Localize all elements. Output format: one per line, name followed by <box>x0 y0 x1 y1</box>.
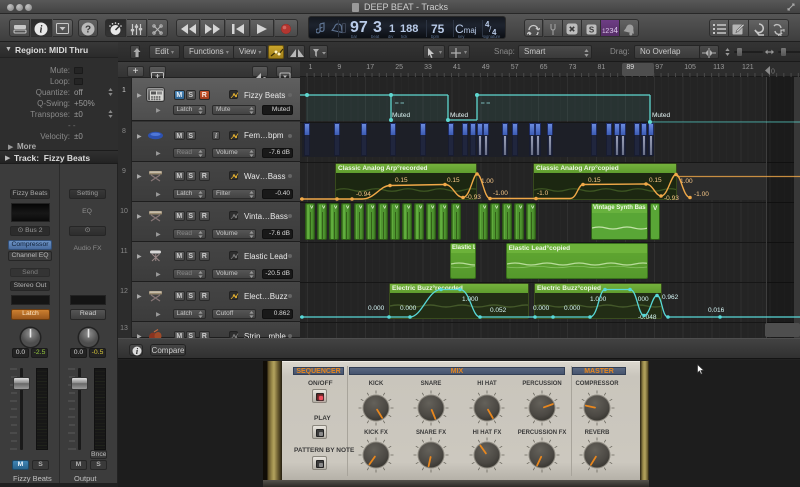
svg-text:i: i <box>40 25 43 36</box>
svg-text:?: ? <box>85 25 91 36</box>
svg-text:S: S <box>588 25 594 34</box>
